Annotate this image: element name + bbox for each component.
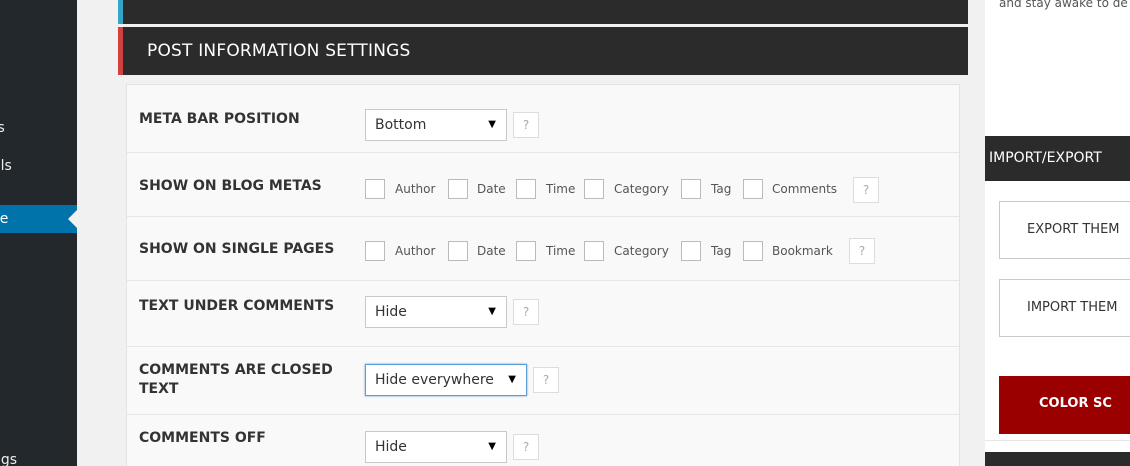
select-value: Hide <box>375 439 407 455</box>
setting-label: COMMENTS OFF <box>139 430 266 446</box>
meta-bar-position-select[interactable]: Bottom ▼ <box>365 109 507 141</box>
help-button[interactable]: ? <box>513 434 539 460</box>
help-button[interactable]: ? <box>533 367 559 393</box>
help-button[interactable]: ? <box>513 299 539 325</box>
post-information-settings-panel: META BAR POSITION Bottom ▼ ? SHOW ON BLO… <box>126 84 960 466</box>
sidebar-item-posts[interactable]: ts <box>0 114 77 142</box>
category-checkbox[interactable] <box>584 241 604 261</box>
sidebar-item-label: ce <box>0 211 9 227</box>
sidebar-item-appearance[interactable]: ce <box>0 205 77 233</box>
comments-checkbox[interactable] <box>743 179 763 199</box>
sidebar-item-label: als <box>0 158 12 174</box>
date-checkbox[interactable] <box>448 179 468 199</box>
setting-label-line: TEXT <box>139 381 179 397</box>
right-sidebar: and stay awake to de IMPORT/EXPORT EXPOR… <box>985 0 1130 466</box>
checkbox-label: Category <box>614 182 669 196</box>
blog-metas-checkbox-group: Author Date Time Category Tag Comments <box>365 179 925 199</box>
export-theme-button[interactable]: EXPORT THEM <box>999 201 1130 259</box>
chevron-down-icon: ▼ <box>488 441 496 452</box>
next-section-header <box>985 452 1130 466</box>
time-checkbox[interactable] <box>516 179 536 199</box>
tag-checkbox[interactable] <box>681 179 701 199</box>
import-export-header: IMPORT/EXPORT <box>985 136 1130 181</box>
tag-checkbox[interactable] <box>681 241 701 261</box>
author-checkbox[interactable] <box>365 179 385 199</box>
section-header[interactable]: POST INFORMATION SETTINGS <box>118 27 968 75</box>
setting-row-show-on-blog-metas: SHOW ON BLOG METAS Author Date Time Cate… <box>127 153 959 217</box>
sidebar-item-tutorials[interactable]: als <box>0 152 77 180</box>
comments-closed-text-select[interactable]: Hide everywhere ▼ <box>365 364 527 396</box>
time-checkbox[interactable] <box>516 241 536 261</box>
setting-label-line: COMMENTS ARE CLOSED <box>139 362 333 378</box>
comments-off-select[interactable]: Hide ▼ <box>365 431 507 463</box>
setting-row-show-on-single-pages: SHOW ON SINGLE PAGES Author Date Time Ca… <box>127 217 959 281</box>
setting-row-comments-off: COMMENTS OFF Hide ▼ ? <box>127 415 959 466</box>
checkbox-label: Tag <box>711 244 732 258</box>
setting-label: SHOW ON BLOG METAS <box>139 178 322 194</box>
checkbox-label: Author <box>395 244 436 258</box>
select-value: Bottom <box>375 117 427 133</box>
setting-label: TEXT UNDER COMMENTS <box>139 298 335 314</box>
single-pages-checkbox-group: Author Date Time Category Tag Bookmark <box>365 241 925 261</box>
category-checkbox[interactable] <box>584 179 604 199</box>
chevron-down-icon: ▼ <box>508 374 516 385</box>
checkbox-label: Tag <box>711 182 732 196</box>
intro-text: and stay awake to de <box>999 0 1128 10</box>
checkbox-label: Time <box>546 182 576 196</box>
checkbox-label: Bookmark <box>772 244 833 258</box>
chevron-down-icon: ▼ <box>488 119 496 130</box>
setting-label: COMMENTS ARE CLOSED TEXT <box>139 361 344 399</box>
admin-sidebar: ts als ce ngs <box>0 0 77 466</box>
setting-row-text-under-comments: TEXT UNDER COMMENTS Hide ▼ ? <box>127 281 959 347</box>
checkbox-label: Author <box>395 182 436 196</box>
checkbox-label: Date <box>477 182 506 196</box>
help-button[interactable]: ? <box>513 112 539 138</box>
checkbox-label: Date <box>477 244 506 258</box>
date-checkbox[interactable] <box>448 241 468 261</box>
text-under-comments-select[interactable]: Hide ▼ <box>365 296 507 328</box>
sidebar-item-settings[interactable]: ngs <box>0 446 77 466</box>
select-value: Hide everywhere <box>375 372 494 388</box>
color-scheme-button[interactable]: COLOR SC <box>999 376 1130 434</box>
divider <box>985 440 1130 441</box>
bookmark-checkbox[interactable] <box>743 241 763 261</box>
author-checkbox[interactable] <box>365 241 385 261</box>
chevron-down-icon: ▼ <box>488 306 496 317</box>
checkbox-label: Category <box>614 244 669 258</box>
help-button[interactable]: ? <box>853 177 879 203</box>
sidebar-item-label: ngs <box>0 452 18 466</box>
help-button[interactable]: ? <box>849 238 875 264</box>
setting-label: META BAR POSITION <box>139 111 300 127</box>
setting-row-comments-closed-text: COMMENTS ARE CLOSED TEXT Hide everywhere… <box>127 347 959 415</box>
setting-row-meta-bar-position: META BAR POSITION Bottom ▼ ? <box>127 85 959 153</box>
section-title: POST INFORMATION SETTINGS <box>147 41 411 61</box>
import-theme-button[interactable]: IMPORT THEM <box>999 279 1130 337</box>
sidebar-item-label: ts <box>0 120 5 136</box>
checkbox-label: Comments <box>772 182 838 196</box>
checkbox-label: Time <box>546 244 576 258</box>
select-value: Hide <box>375 304 407 320</box>
setting-label: SHOW ON SINGLE PAGES <box>139 241 335 257</box>
previous-section-header <box>118 0 968 24</box>
